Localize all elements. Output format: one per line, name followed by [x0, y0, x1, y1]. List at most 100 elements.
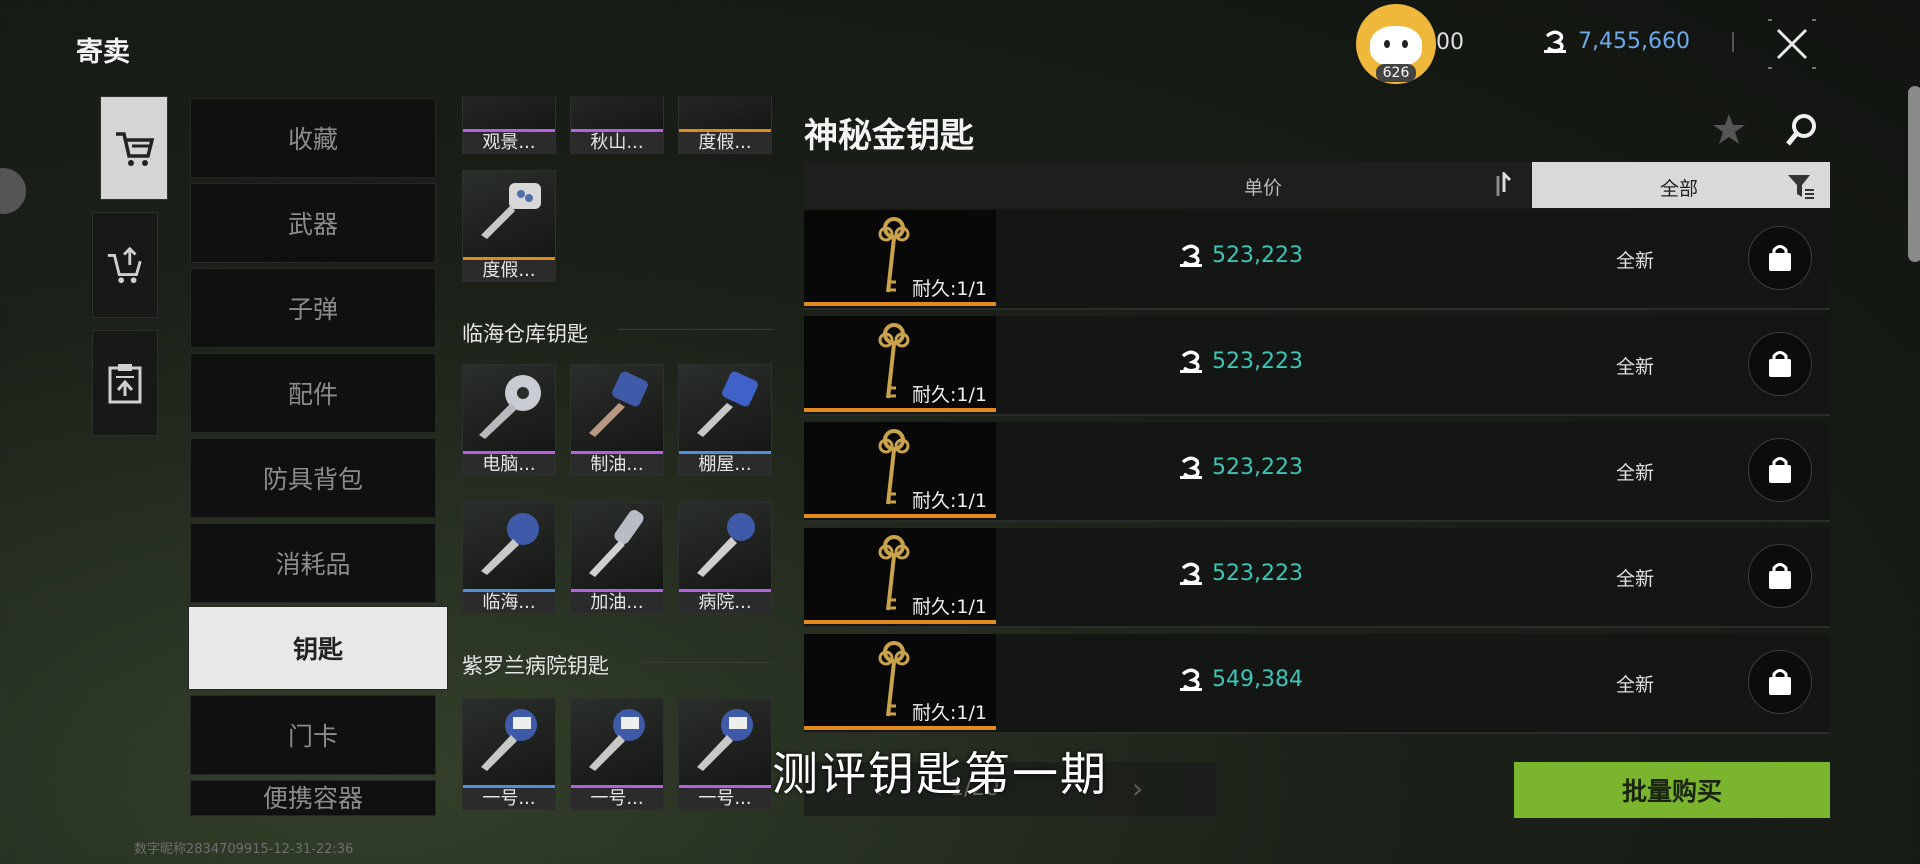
key-tile[interactable]: 电脑... — [462, 364, 556, 476]
condition-label: 全新 — [1616, 568, 1655, 590]
avatar-badge: 626 — [1376, 64, 1416, 82]
key-tile[interactable]: 一号... — [462, 698, 556, 810]
key-tile[interactable]: 临海... — [462, 502, 556, 614]
category-weapons[interactable]: 武器 — [190, 183, 436, 263]
filter-icon — [1788, 175, 1814, 199]
table-row[interactable]: 耐久:1/1 523,223 全新 — [804, 422, 1830, 522]
item-thumbnail: 耐久:1/1 — [804, 528, 996, 624]
category-keycards[interactable]: 门卡 — [190, 695, 436, 775]
key-icon — [481, 183, 541, 239]
table-row[interactable]: 耐久:1/1 549,384 全新 — [804, 634, 1830, 734]
category-containers[interactable]: 便携容器 — [190, 780, 436, 816]
category-attachments[interactable]: 配件 — [190, 353, 436, 433]
condition-label: 全新 — [1616, 250, 1655, 272]
clipboard-icon — [108, 364, 142, 404]
price-value: 523,223 — [1212, 242, 1303, 268]
bulk-buy-button[interactable]: 批量购买 — [1514, 762, 1830, 818]
tab-buy[interactable] — [100, 96, 168, 200]
key-tile[interactable]: 度假... — [462, 170, 556, 282]
coin-icon — [1180, 562, 1202, 585]
price-value: 523,223 — [1212, 348, 1303, 374]
section-title: 紫罗兰病院钥匙 — [462, 654, 609, 678]
currency-display: 7,455,660 — [1542, 28, 1690, 54]
sell-cart-icon — [107, 246, 142, 284]
shopping-bag-icon — [1769, 245, 1791, 271]
currency-amount: 7,455,660 — [1578, 28, 1690, 54]
buy-button[interactable] — [1748, 332, 1812, 396]
key-icon — [479, 375, 541, 439]
key-tile[interactable]: 病院... — [678, 502, 772, 614]
price-value: 523,223 — [1212, 560, 1303, 586]
tab-records[interactable] — [92, 330, 158, 436]
table-row[interactable]: 耐久:1/1 523,223 全新 — [804, 528, 1830, 628]
category-armor-bags[interactable]: 防具背包 — [190, 438, 436, 518]
close-icon[interactable] — [1764, 16, 1820, 72]
key-icon — [481, 709, 537, 771]
page-title: 寄卖 — [76, 37, 130, 68]
table-row[interactable]: 耐久:1/1 523,223 全新 — [804, 210, 1830, 310]
key-tile[interactable]: 一号... — [570, 698, 664, 810]
buy-button[interactable] — [1748, 226, 1812, 290]
category-consumables[interactable]: 消耗品 — [190, 523, 436, 603]
star-icon[interactable] — [1712, 112, 1746, 146]
durability-label: 耐久:1/1 — [912, 702, 987, 724]
section-title: 临海仓库钥匙 — [462, 322, 588, 346]
key-tile[interactable]: 度假... — [678, 96, 772, 154]
coin-icon — [1544, 30, 1566, 53]
column-header-price[interactable]: 单价 — [1244, 173, 1282, 200]
key-icon — [589, 371, 648, 437]
key-icon — [589, 709, 645, 771]
unit-price: 523,223 — [1178, 454, 1303, 480]
coin-icon — [1180, 244, 1202, 267]
buy-button[interactable] — [1748, 438, 1812, 502]
golden-key-icon — [878, 535, 910, 611]
condition-label: 全新 — [1616, 462, 1655, 484]
key-tile[interactable]: 秋山... — [570, 96, 664, 154]
divider — [638, 662, 774, 663]
item-thumbnail: 耐久:1/1 — [804, 634, 996, 730]
rarity-bar — [804, 620, 996, 624]
category-keys[interactable]: 钥匙 — [188, 606, 448, 690]
price-value: 523,223 — [1212, 454, 1303, 480]
dog-face-icon — [1370, 26, 1422, 66]
cart-icon — [116, 132, 155, 166]
scrollbar[interactable] — [1908, 86, 1920, 262]
divider — [618, 329, 774, 330]
coin-icon — [1180, 350, 1202, 373]
key-tile[interactable]: 观景... — [462, 96, 556, 154]
rarity-bar — [804, 514, 996, 518]
rarity-bar — [804, 726, 996, 730]
video-subtitle: 测评钥匙第一期 — [772, 747, 1108, 801]
search-icon[interactable] — [1784, 112, 1820, 148]
avatar[interactable]: 626 — [1356, 4, 1436, 84]
buy-button[interactable] — [1748, 650, 1812, 714]
durability-label: 耐久:1/1 — [912, 490, 987, 512]
unit-price: 523,223 — [1178, 242, 1303, 268]
shopping-bag-icon — [1769, 563, 1791, 589]
next-page-icon[interactable]: › — [1132, 772, 1143, 805]
filter-dropdown[interactable]: 全部 — [1532, 162, 1830, 208]
key-tile[interactable]: 制油... — [570, 364, 664, 476]
key-tile[interactable]: 加油... — [570, 502, 664, 614]
drawer-handle[interactable] — [0, 168, 26, 214]
buy-button[interactable] — [1748, 544, 1812, 608]
condition-label: 全新 — [1616, 674, 1655, 696]
shopping-bag-icon — [1769, 351, 1791, 377]
rarity-bar — [804, 302, 996, 306]
key-icon — [697, 513, 755, 577]
tab-sell[interactable] — [92, 212, 158, 318]
price-value: 549,384 — [1212, 666, 1303, 692]
sort-icon[interactable] — [1492, 172, 1512, 198]
item-thumbnail: 耐久:1/1 — [804, 210, 996, 306]
item-thumbnail: 耐久:1/1 — [804, 422, 996, 518]
key-tile[interactable]: 棚屋... — [678, 364, 772, 476]
rarity-bar — [804, 408, 996, 412]
coin-icon — [1180, 668, 1202, 691]
key-tile[interactable]: 一号... — [678, 698, 772, 810]
key-icon — [589, 510, 644, 577]
coin-icon — [1180, 456, 1202, 479]
category-ammo[interactable]: 子弹 — [190, 268, 436, 348]
durability-label: 耐久:1/1 — [912, 596, 987, 618]
category-collection[interactable]: 收藏 — [190, 98, 436, 178]
table-row[interactable]: 耐久:1/1 523,223 全新 — [804, 316, 1830, 416]
